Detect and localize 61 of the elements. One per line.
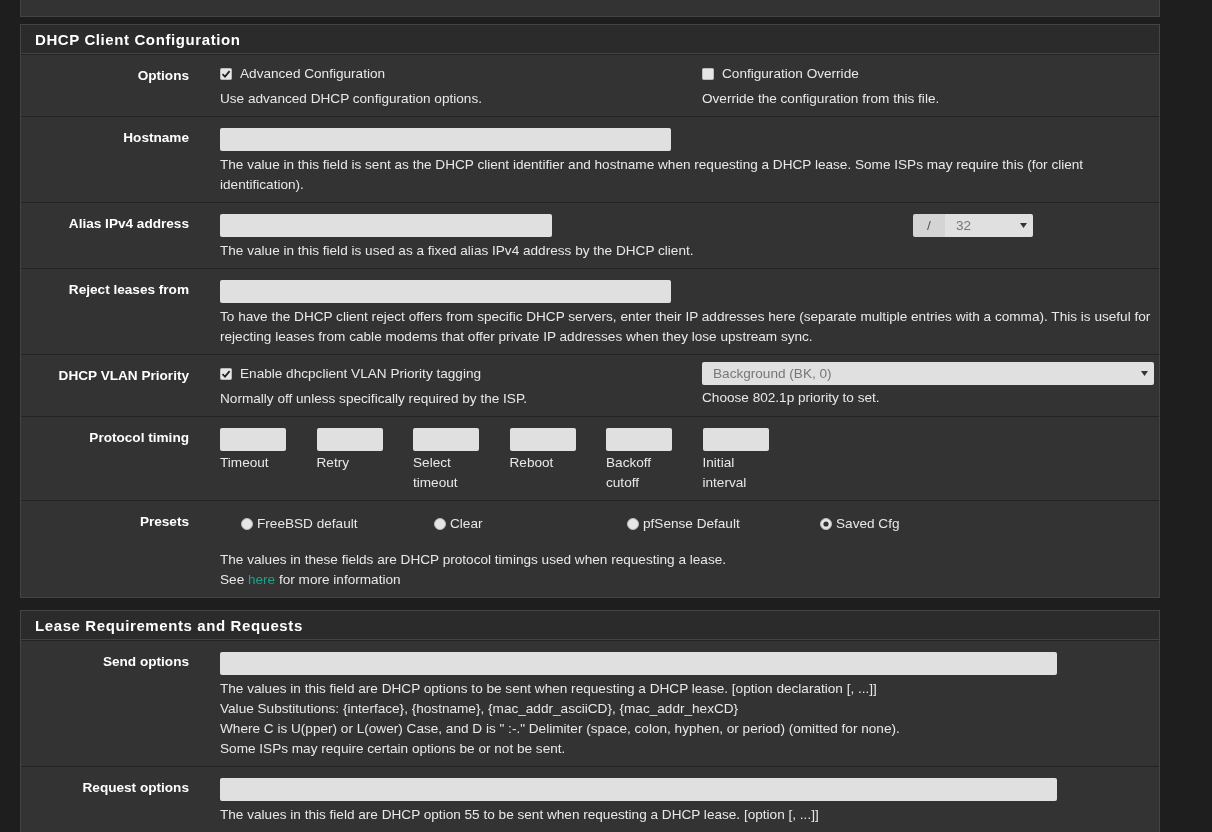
help-text: Choose 802.1p priority to set. [702, 389, 880, 407]
number-field[interactable] [316, 428, 383, 451]
caret-icon [1020, 223, 1027, 228]
field-label: Retry [316, 454, 350, 472]
field-label: Options [137, 67, 190, 85]
help-text: Override the configuration from this file. [702, 90, 940, 108]
radio-button[interactable] [434, 518, 446, 530]
field-label: Initial interval [702, 454, 748, 492]
help-text: The values in these fields are DHCP protocol timings used when requesting a lease. [220, 551, 726, 569]
priority-dropdown[interactable]: Background (BK, 0) [702, 362, 1154, 385]
help-text: Normally off unless specifically required by the ISP. [220, 390, 527, 408]
field-label: Send options [102, 653, 190, 671]
help-text: See here for more information [220, 571, 401, 589]
text-field[interactable] [220, 652, 1057, 675]
radio-button[interactable] [820, 518, 832, 530]
field-label: Reboot [509, 454, 555, 472]
section-header: Lease Requirements and Requests [21, 611, 1159, 640]
number-field[interactable] [606, 428, 672, 451]
text-field[interactable] [220, 214, 552, 237]
radio-label[interactable]: pfSense Default [643, 514, 740, 534]
help-text: The values in this field are DHCP options to be sent when requesting a DHCP lease. [option declaration [, ...]] [220, 680, 877, 698]
help-text: Use advanced DHCP configuration options. [220, 90, 482, 108]
radio-button[interactable] [627, 518, 639, 530]
field-label: Protocol timing [89, 429, 190, 447]
field-label: Timeout [220, 454, 270, 472]
radio-label[interactable]: Clear [450, 514, 483, 534]
help-text: Value Substitutions: {interface}, {hostname}, {mac_addr_asciiCD}, {mac_addr_hexCD} [220, 700, 739, 718]
help-text: Where C is U(pper) or L(ower) Case, and D is " :-." Delimiter (space, colon, hyphen, or period) (omitted for none). [220, 720, 900, 738]
field-label: Select timeout [413, 454, 459, 492]
caret-icon [1141, 371, 1148, 376]
checkbox[interactable] [220, 68, 232, 80]
radio-label[interactable]: FreeBSD default [257, 514, 358, 534]
field-label: Alias IPv4 address [68, 215, 190, 233]
section-header: DHCP Client Configuration [21, 25, 1159, 54]
radio-label[interactable]: Saved Cfg [836, 514, 900, 534]
field-label: Backoff cutoff [606, 454, 653, 492]
field-label: Hostname [123, 129, 190, 147]
help-text: Some ISPs may require certain options be or not be sent. [220, 740, 566, 758]
field-label: Request options [82, 779, 190, 797]
separator-label: / [913, 214, 945, 237]
checkbox-label[interactable]: Advanced Configuration [240, 64, 386, 84]
number-field[interactable] [702, 428, 769, 451]
field-label: Presets [139, 513, 190, 531]
checkbox-label[interactable]: Configuration Override [722, 64, 859, 84]
checkbox[interactable] [220, 368, 232, 380]
number-field[interactable] [509, 428, 576, 451]
help-text: The value in this field is sent as the DHCP client identifier and hostname when requesting a DHCP lease. Some ISPs may require this (for client identification). [220, 156, 1085, 194]
text-field[interactable] [220, 280, 671, 303]
field-label: Reject leases from [68, 281, 190, 299]
number-field[interactable] [413, 428, 479, 451]
number-field[interactable] [220, 428, 286, 451]
help-text: The value in this field is used as a fixed alias IPv4 address by the DHCP client. [220, 242, 694, 260]
help-text: To have the DHCP client reject offers from specific DHCP servers, enter their IP addresses here (separate multiple entries with a comma). This is useful for rejecting leases from cable modems that offer private IP addresses when they lose upstream sync. [220, 308, 1152, 346]
help-text: The values in this field are DHCP option 55 to be sent when requesting a DHCP lease. [option [, ...]] [220, 806, 819, 824]
text-field[interactable] [220, 778, 1057, 801]
help-link[interactable]: here [247, 572, 276, 587]
text-field[interactable] [220, 128, 671, 151]
checkbox[interactable] [702, 68, 714, 80]
checkbox-label[interactable]: Enable dhcpclient VLAN Priority tagging [240, 364, 482, 384]
field-label: DHCP VLAN Priority [58, 367, 190, 385]
radio-button[interactable] [241, 518, 253, 530]
